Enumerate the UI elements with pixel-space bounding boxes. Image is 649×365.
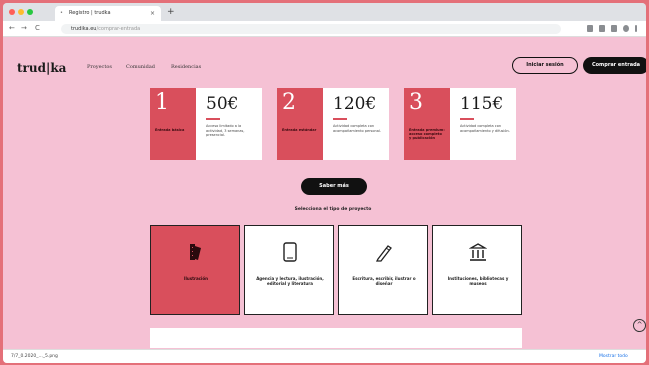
trudika-logo[interactable]: trud|ka — [17, 61, 66, 75]
profile-icon[interactable] — [623, 25, 629, 32]
back-icon[interactable]: ← — [9, 24, 15, 33]
nav-link-community[interactable]: Comunidad — [126, 64, 155, 70]
more-info-button[interactable]: Saber más — [301, 178, 367, 195]
plan-number: 2 — [282, 90, 296, 115]
site-header: trud|ka Proyectos Comunidad Residencias … — [3, 37, 646, 75]
plan-price: 50€ — [206, 94, 239, 114]
show-all-downloads-link[interactable]: Mostrar todo — [599, 353, 628, 361]
price-underline — [460, 118, 474, 120]
plan-description: Actividad completa con acompañamiento pe… — [333, 124, 381, 133]
pen-icon — [375, 245, 392, 262]
type-card-writing[interactable]: Escritura, escribir, ilustrar o diseñar — [338, 225, 428, 315]
document-icon — [283, 242, 297, 262]
nav-link-residencies[interactable]: Residencias — [171, 64, 201, 70]
close-window-dot[interactable] — [9, 9, 15, 15]
plan-step-2: 2 Entrada estándar — [277, 88, 323, 160]
forward-icon[interactable]: → — [21, 24, 27, 33]
type-label: Agencia y lectura, ilustración, editoria… — [256, 276, 324, 286]
scroll-to-top-button[interactable]: ^ — [633, 319, 646, 332]
tab-strip: • Registro | trudka × + — [3, 3, 646, 21]
browser-window: • Registro | trudka × + ← → C trudika.eu… — [3, 3, 646, 363]
plan-step-label: Entrada básica — [155, 128, 185, 132]
plan-card-3[interactable]: 115€ Actividad completa con acompañamien… — [450, 88, 516, 160]
download-item[interactable]: 7/7_0.2020_..._5.png — [11, 353, 58, 361]
plan-step-label: Entrada estándar — [282, 128, 317, 132]
plan-step-1: 1 Entrada básica — [150, 88, 196, 160]
palette-icon — [190, 244, 201, 260]
menu-icon[interactable] — [635, 25, 637, 32]
tab-title: Registro | trudka — [69, 10, 111, 16]
url-host: trudika.eu — [71, 26, 97, 32]
url-path: /comprar-entrada — [96, 26, 141, 32]
type-card-institutions[interactable]: Instituciones, bibliotecas y museos — [432, 225, 522, 315]
type-label: Instituciones, bibliotecas y museos — [447, 276, 509, 286]
buy-ticket-button[interactable]: Comprar entrada — [583, 57, 646, 74]
plan-number: 3 — [409, 90, 423, 115]
reload-icon[interactable]: C — [35, 24, 40, 33]
museum-icon — [469, 243, 487, 261]
minimize-window-dot[interactable] — [18, 9, 24, 15]
nav-link-projects[interactable]: Proyectos — [87, 64, 112, 70]
extension-icon[interactable] — [587, 25, 593, 32]
maximize-window-dot[interactable] — [27, 9, 33, 15]
extension-icon[interactable] — [599, 25, 605, 32]
form-panel — [150, 328, 522, 348]
extension-icon[interactable] — [611, 25, 617, 32]
plan-step-3: 3 Entrada premium: acceso completo y pub… — [404, 88, 450, 160]
price-underline — [333, 118, 347, 120]
browser-tab[interactable]: • Registro | trudka × — [55, 6, 161, 21]
plan-price: 120€ — [333, 94, 377, 114]
plan-number: 1 — [155, 90, 169, 115]
plan-description: Acceso limitado a la actividad, 3 semana… — [206, 124, 245, 137]
plan-card-2[interactable]: 120€ Actividad completa con acompañamien… — [323, 88, 389, 160]
type-card-reading[interactable]: Agencia y lectura, ilustración, editoria… — [244, 225, 334, 315]
plan-description: Actividad completa con acompañamiento y … — [460, 124, 510, 133]
plan-price: 115€ — [460, 94, 504, 114]
price-underline — [206, 118, 220, 120]
plan-step-label: Entrada premium: acceso completo y publi… — [409, 128, 445, 140]
type-card-illustration[interactable]: Ilustración — [150, 225, 240, 315]
type-label: Escritura, escribir, ilustrar o diseñar — [352, 276, 416, 286]
plan-card-1[interactable]: 50€ Acceso limitado a la actividad, 3 se… — [196, 88, 262, 160]
project-type-heading: Selecciona el tipo de proyecto — [294, 207, 372, 212]
new-tab-icon[interactable]: + — [167, 6, 175, 18]
login-button[interactable]: Iniciar sesión — [512, 57, 578, 74]
address-bar: ← → C trudika.eu/comprar-entrada — [3, 21, 646, 37]
type-label: Ilustración — [183, 276, 208, 281]
favicon-icon: • — [60, 10, 63, 16]
url-input[interactable]: trudika.eu/comprar-entrada — [61, 24, 561, 34]
download-bar: 7/7_0.2020_..._5.png Mostrar todo — [3, 349, 646, 363]
close-tab-icon[interactable]: × — [150, 6, 155, 21]
